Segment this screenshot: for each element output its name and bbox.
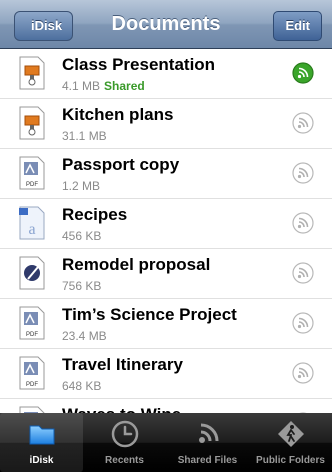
file-name: Recipes bbox=[62, 205, 128, 224]
file-size: 1.2 MB bbox=[62, 179, 101, 193]
file-meta: 31.1 MB bbox=[62, 129, 107, 143]
tab-shared-files-label: Shared Files bbox=[177, 455, 238, 466]
file-size: 31.1 MB bbox=[62, 129, 107, 143]
file-name: Passport copy bbox=[62, 155, 180, 174]
file-size: 648 KB bbox=[62, 379, 102, 393]
file-meta: 756 KB bbox=[62, 279, 101, 293]
keynote-document-icon bbox=[19, 56, 45, 90]
tab-idisk-label: iDisk bbox=[29, 455, 54, 466]
tab-recents-label: Recents bbox=[105, 455, 144, 466]
file-meta: 4.1 MB Shared bbox=[62, 79, 145, 93]
file-meta: 23.4 MB bbox=[62, 329, 107, 343]
file-name: Travel Itinerary bbox=[62, 355, 183, 374]
list-item[interactable]: a Recipes 456 KB bbox=[0, 199, 332, 249]
tab-public-folders[interactable]: Public Folders bbox=[249, 413, 332, 472]
shared-status-icon[interactable] bbox=[292, 212, 314, 234]
shared-status-icon[interactable] bbox=[292, 262, 314, 284]
edit-button[interactable]: Edit bbox=[273, 11, 322, 41]
clock-icon bbox=[111, 420, 139, 448]
file-name: Tim’s Science Project bbox=[62, 305, 237, 324]
file-meta: 648 KB bbox=[62, 379, 101, 393]
pdf-document-icon: PDF bbox=[19, 306, 45, 340]
shared-status-icon[interactable] bbox=[292, 62, 314, 84]
shared-status-icon[interactable] bbox=[292, 362, 314, 384]
shared-status-icon[interactable] bbox=[292, 162, 314, 184]
folder-icon bbox=[29, 425, 55, 445]
word-document-icon: a bbox=[19, 206, 45, 240]
tab-shared-files[interactable]: Shared Files bbox=[166, 413, 249, 472]
document-list: Class Presentation 4.1 MB Shared Kitchen pl… bbox=[0, 49, 332, 449]
tab-bar: iDisk Recents Shared Files Public Folder… bbox=[0, 413, 332, 472]
file-name: Kitchen plans bbox=[62, 105, 174, 124]
file-meta: 1.2 MB bbox=[62, 179, 100, 193]
file-size: 23.4 MB bbox=[62, 329, 107, 343]
file-name: Class Presentation bbox=[62, 55, 216, 74]
svg-text:PDF: PDF bbox=[26, 332, 38, 338]
file-size: 456 KB bbox=[62, 229, 102, 243]
file-name: Remodel proposal bbox=[62, 255, 211, 274]
pdf-document-icon: PDF bbox=[19, 156, 45, 190]
list-item[interactable]: PDF Tim’s Science Project 23.4 MB bbox=[0, 299, 332, 349]
list-item[interactable]: PDF Travel Itinerary 648 KB bbox=[0, 349, 332, 399]
pages-document-icon bbox=[19, 256, 45, 290]
keynote-document-icon bbox=[19, 106, 45, 140]
list-item[interactable]: Remodel proposal 756 KB bbox=[0, 249, 332, 299]
shared-status-icon[interactable] bbox=[292, 112, 314, 134]
shared-status-icon[interactable] bbox=[292, 312, 314, 334]
svg-text:PDF: PDF bbox=[26, 182, 38, 188]
shared-label: Shared bbox=[104, 79, 145, 93]
pdf-document-icon: PDF bbox=[19, 356, 45, 390]
tab-public-folders-label: Public Folders bbox=[256, 455, 325, 466]
file-meta: 456 KB bbox=[62, 229, 101, 243]
list-item[interactable]: Class Presentation 4.1 MB Shared bbox=[0, 49, 332, 99]
tab-recents[interactable]: Recents bbox=[83, 413, 166, 472]
list-item[interactable]: PDF Passport copy 1.2 MB bbox=[0, 149, 332, 199]
walking-person-icon bbox=[278, 421, 304, 447]
svg-text:a: a bbox=[28, 221, 35, 238]
file-size: 4.1 MB bbox=[62, 79, 101, 93]
svg-text:PDF: PDF bbox=[26, 382, 38, 388]
file-size: 756 KB bbox=[62, 279, 102, 293]
navigation-bar: iDisk Documents Edit bbox=[0, 0, 332, 49]
broadcast-icon bbox=[199, 423, 219, 443]
tab-idisk[interactable]: iDisk bbox=[0, 413, 83, 472]
list-item[interactable]: Kitchen plans 31.1 MB bbox=[0, 99, 332, 149]
